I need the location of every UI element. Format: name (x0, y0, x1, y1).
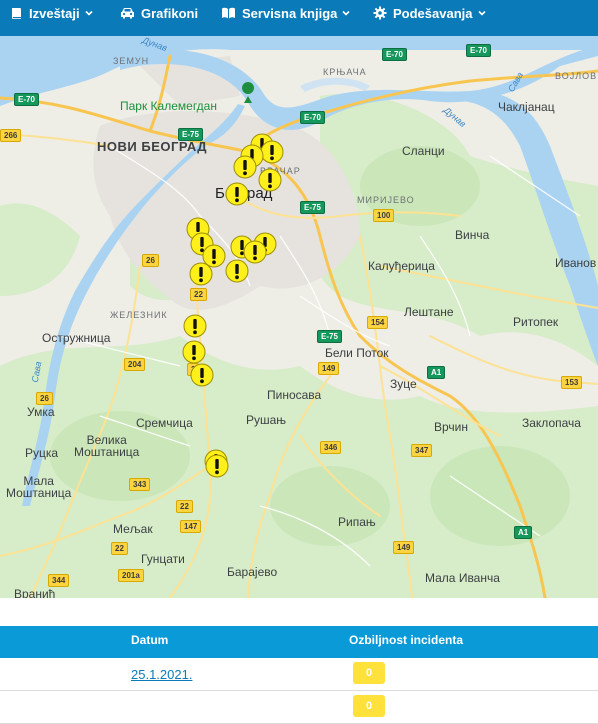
warning-marker-icon[interactable] (233, 155, 257, 179)
label-zemun: ЗЕМУН (113, 56, 150, 66)
book-icon (12, 7, 21, 19)
warning-marker-icon[interactable] (258, 168, 282, 192)
label-mala-ivanca: Мала Иванча (425, 571, 500, 585)
road-shield-204: 204 (124, 358, 146, 371)
warning-marker-icon[interactable] (183, 314, 207, 338)
nav-izvestaji-label: Izveštaji (29, 5, 80, 21)
road-shield-147: 147 (180, 520, 202, 533)
label-meljak: Мељак (113, 522, 153, 536)
label-zeleznik: ЖЕЛЕЗНИК (110, 310, 168, 320)
label-ivanovo: Иванов (555, 256, 597, 270)
nav-podesavanja[interactable]: Podešavanja (373, 0, 492, 26)
nav-servisna-knjiga[interactable]: Servisna knjiga (221, 0, 356, 26)
road-shield-149: 149 (393, 541, 415, 554)
chevron-down-icon (477, 10, 486, 16)
label-guncati: Гунцати (141, 552, 185, 566)
label-vinca: Винча (455, 228, 490, 242)
road-shield-a1: A1 (514, 526, 533, 539)
road-shield-e75: E-75 (178, 128, 203, 141)
label-pinosava: Пиносава (267, 388, 322, 402)
road-shield-26: 26 (142, 254, 159, 267)
road-shield-100: 100 (373, 209, 395, 222)
road-shield-201a: 201a (118, 569, 144, 582)
severity-badge: 0 (353, 695, 385, 717)
label-novi-beograd: НОВИ БЕОГРАД (97, 139, 207, 154)
road-shield-344: 344 (48, 574, 70, 587)
label-mala-mostanica: Мала Моштаница (6, 474, 72, 500)
warning-marker-icon[interactable] (225, 259, 249, 283)
date-link[interactable]: 25.1.2021. (131, 667, 192, 682)
table-header-row: Datum Ozbiljnost incidenta (0, 626, 598, 658)
label-krnjaca: КРЊАЧА (323, 67, 367, 77)
nav-grafikoni-label: Grafikoni (141, 5, 199, 21)
label-rucka: Руцка (25, 446, 59, 460)
road-shield-22: 22 (176, 500, 193, 513)
road-shield-149: 149 (318, 362, 340, 375)
table-row: 0 (0, 691, 598, 724)
label-mirijevo: МИРИЈЕВО (357, 195, 415, 205)
road-shield-e70: E-70 (382, 48, 407, 61)
road-shield-a1: A1 (427, 366, 446, 379)
column-header-ozbiljnost[interactable]: Ozbiljnost incidenta (349, 626, 463, 654)
label-vrcin: Врчин (434, 420, 468, 434)
road-shield-e75: E-75 (317, 330, 342, 343)
road-shield-e70: E-70 (14, 93, 39, 106)
warning-marker-icon[interactable] (182, 340, 206, 364)
warning-marker-icon[interactable] (225, 182, 249, 206)
incidents-table: Datum Ozbiljnost incidenta 25.1.2021. 0 … (0, 626, 598, 724)
label-zaklopaca: Заклопача (522, 416, 581, 430)
label-zuce: Зуце (390, 377, 417, 391)
road-shield-154: 154 (367, 316, 389, 329)
top-navbar: Izveštaji Grafikoni Servisna knjiga Pode… (0, 0, 598, 36)
chevron-down-icon (342, 10, 350, 16)
road-shield-e70: E-70 (300, 111, 325, 124)
warning-marker-icon[interactable] (205, 454, 229, 478)
label-umka: Умка (27, 405, 55, 419)
label-cakljanac: Чаклјанац (498, 100, 555, 114)
nav-servisna-knjiga-label: Servisna knjiga (242, 5, 338, 21)
map-base-layer (0, 36, 598, 598)
label-park-kalemegdan: Парк Калемегдан (120, 99, 217, 113)
label-sremcica: Сремчица (136, 416, 193, 430)
road-shield-346: 346 (320, 441, 342, 454)
chevron-down-icon (85, 10, 93, 16)
road-shield-347: 347 (411, 444, 433, 457)
road-shield-153: 153 (561, 376, 583, 389)
road-shield-e70: E-70 (466, 44, 491, 57)
severity-badge: 0 (353, 662, 385, 684)
label-vranic: Вранић (14, 587, 56, 598)
label-lestane: Лештане (404, 305, 454, 319)
label-rusanj: Рушањ (246, 413, 287, 427)
label-kaludjerica: Калуђерица (368, 259, 435, 273)
table-row: 25.1.2021. 0 (0, 658, 598, 691)
incident-map[interactable]: ЗЕМУН КРЊАЧА ВОЈЛОВ Парк Калемегдан НОВИ… (0, 36, 598, 598)
road-shield-266: 266 (0, 129, 22, 142)
column-header-datum[interactable]: Datum (131, 626, 168, 654)
gear-icon (373, 6, 387, 20)
label-slanci: Сланци (402, 144, 445, 158)
nav-podesavanja-label: Podešavanja (393, 5, 473, 21)
road-shield-26: 26 (36, 392, 53, 405)
label-vojlovica: ВОЈЛОВ (555, 71, 598, 81)
warning-marker-icon[interactable] (190, 363, 214, 387)
label-beli-potok: Бели Поток (325, 346, 389, 360)
label-barajevo: Барајево (227, 565, 278, 579)
car-icon (121, 8, 134, 19)
road-shield-22: 22 (190, 288, 207, 301)
nav-izvestaji[interactable]: Izveštaji (10, 0, 99, 26)
open-book-icon (222, 7, 235, 19)
road-shield-343: 343 (129, 478, 151, 491)
nav-grafikoni[interactable]: Grafikoni (120, 0, 198, 26)
label-ostruznica: Остружница (42, 331, 111, 345)
warning-marker-icon[interactable] (189, 262, 213, 286)
road-shield-e75: E-75 (300, 201, 325, 214)
road-shield-22: 22 (111, 542, 128, 555)
label-velika-mostanica: Велика Моштаница (74, 433, 140, 459)
label-ripanj: Рипањ (338, 515, 376, 529)
label-ritopek: Ритопек (513, 315, 559, 329)
